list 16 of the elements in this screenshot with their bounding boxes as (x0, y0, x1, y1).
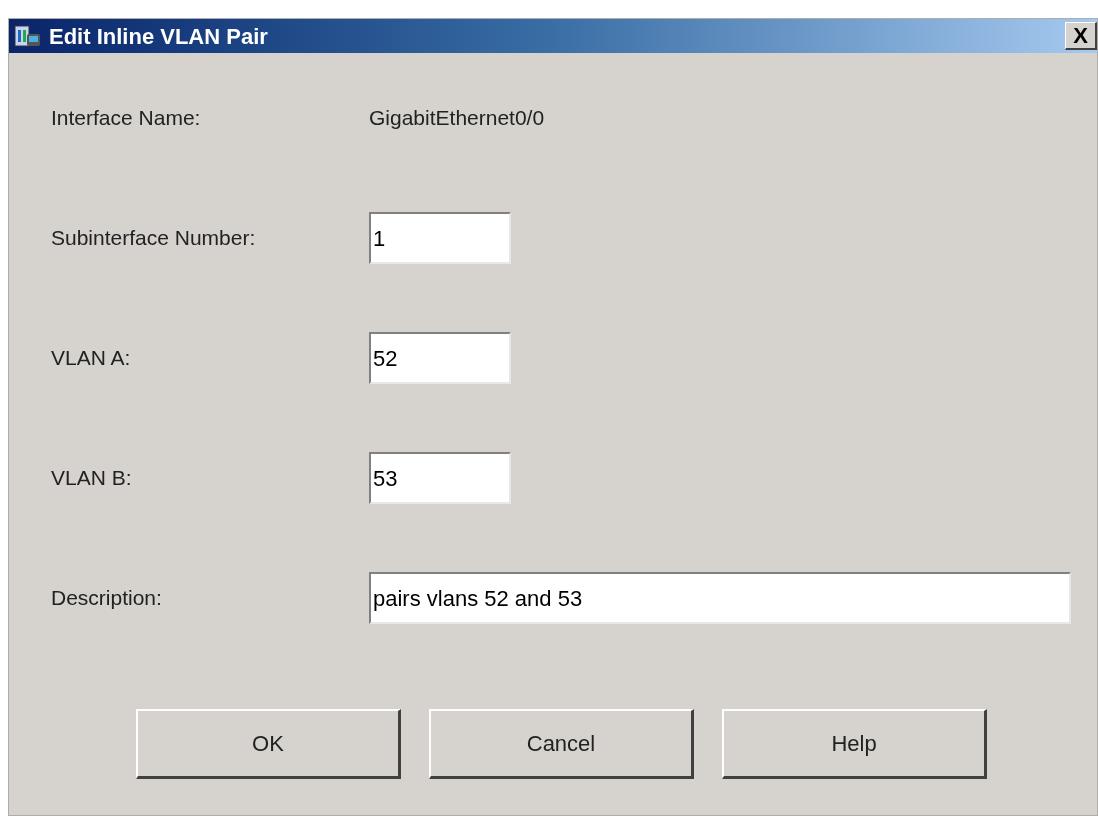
input-field[interactable]: 52 (369, 332, 511, 384)
dialog-button[interactable]: OK (136, 709, 401, 779)
app-icon (13, 23, 43, 49)
input-field[interactable]: 53 (369, 452, 511, 504)
field-label: Subinterface Number: (51, 225, 257, 252)
window-title: Edit Inline VLAN Pair (49, 22, 268, 51)
field-label: Interface Name: (51, 105, 202, 132)
dialog-button[interactable]: Cancel (429, 709, 694, 779)
input-field[interactable]: 1 (369, 212, 511, 264)
close-button[interactable]: X (1065, 22, 1097, 50)
interface-name-value: GigabitEthernet0/0 (369, 105, 545, 132)
input-field[interactable]: pairs vlans 52 and 53 (369, 572, 1071, 624)
field-label: Description: (51, 585, 163, 612)
field-label: VLAN B: (51, 465, 133, 492)
dialog-button[interactable]: Help (722, 709, 987, 779)
field-label: VLAN A: (51, 345, 132, 372)
